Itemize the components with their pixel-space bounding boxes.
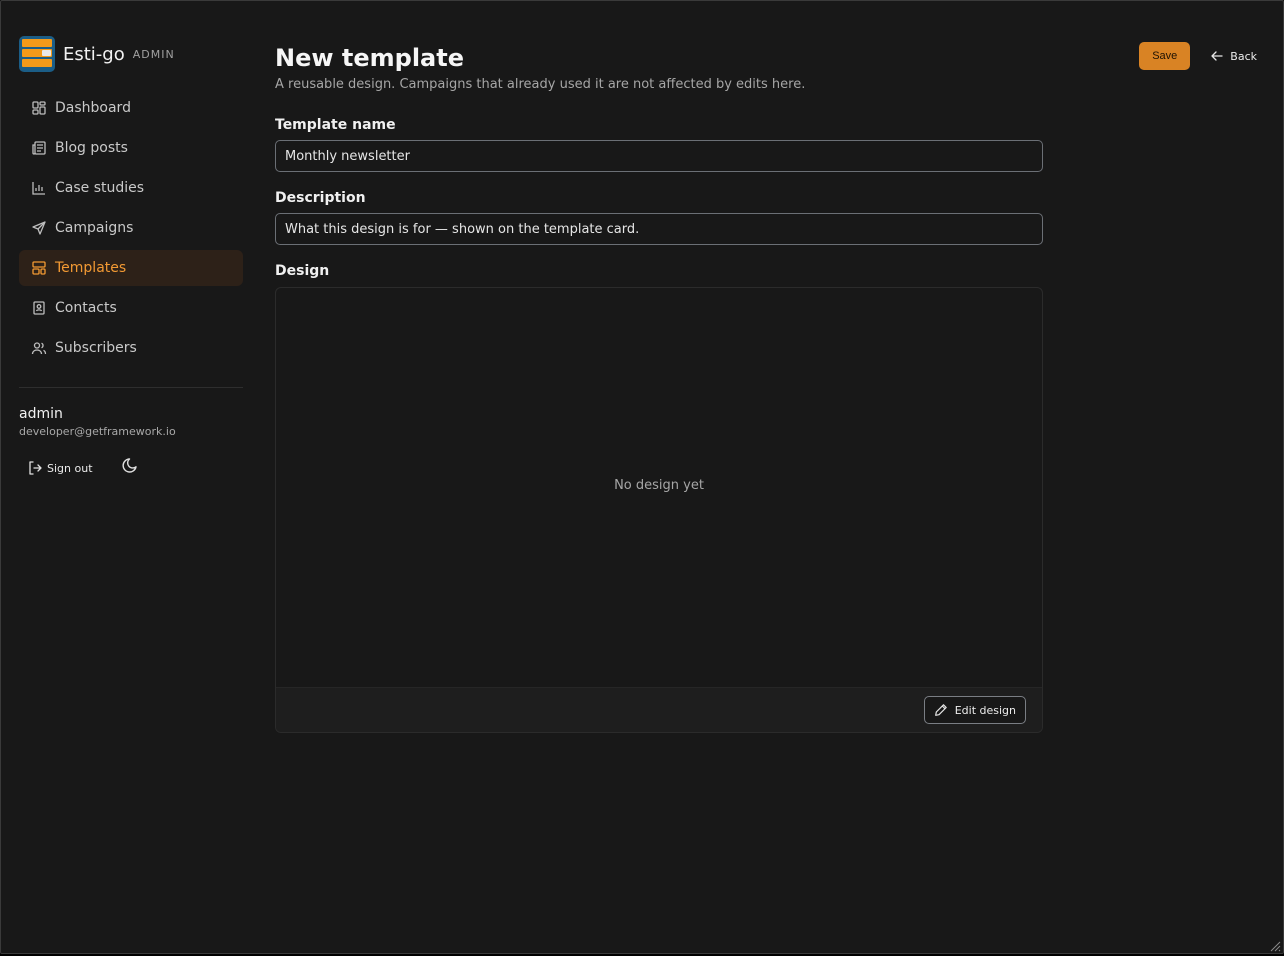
sidebar-item-blog-posts[interactable]: Blog posts <box>19 130 243 166</box>
design-footer: Edit design <box>276 687 1042 732</box>
resize-grip-icon[interactable] <box>1267 937 1281 952</box>
sidebar-item-campaigns[interactable]: Campaigns <box>19 210 243 246</box>
brand-tag: ADMIN <box>132 47 175 61</box>
newspaper-icon <box>31 140 47 156</box>
contact-book-icon <box>31 300 47 316</box>
main-content: Save Back New template A reusable design… <box>275 41 1265 733</box>
sidebar-item-templates[interactable]: Templates <box>19 250 243 286</box>
back-label: Back <box>1230 49 1257 63</box>
moon-icon <box>120 457 138 479</box>
arrow-left-icon <box>1210 49 1224 63</box>
theme-toggle-button[interactable] <box>117 456 141 480</box>
sign-out-icon <box>27 460 43 476</box>
edit-design-button[interactable]: Edit design <box>923 696 1026 724</box>
pencil-icon <box>934 703 948 717</box>
description-label: Description <box>275 190 366 206</box>
edit-design-label: Edit design <box>954 703 1016 717</box>
template-name-label: Template name <box>275 117 396 133</box>
sidebar-item-dashboard[interactable]: Dashboard <box>19 90 243 126</box>
template-name-input[interactable] <box>275 140 1043 172</box>
user-name: admin <box>19 406 63 422</box>
users-icon <box>31 340 47 356</box>
sidebar-item-label: Templates <box>55 260 127 276</box>
sidebar-item-label: Blog posts <box>55 140 128 156</box>
sidebar-divider <box>19 387 243 388</box>
bar-chart-icon <box>31 180 47 196</box>
sidebar: Esti-go ADMIN Dashboard Blog posts Case … <box>19 35 243 480</box>
brand-name: Esti-go <box>63 43 125 65</box>
user-email: developer@getframework.io <box>19 425 176 438</box>
dashboard-icon <box>31 100 47 116</box>
sidebar-item-contacts[interactable]: Contacts <box>19 290 243 326</box>
sidebar-item-case-studies[interactable]: Case studies <box>19 170 243 206</box>
sidebar-item-label: Subscribers <box>55 340 137 356</box>
save-button[interactable]: Save <box>1139 42 1191 70</box>
app-window: Esti-go ADMIN Dashboard Blog posts Case … <box>0 0 1284 954</box>
brand[interactable]: Esti-go ADMIN <box>19 35 243 73</box>
layout-template-icon <box>31 260 47 276</box>
sidebar-actions: Sign out <box>19 456 243 480</box>
brand-logo-icon <box>19 36 55 72</box>
design-empty-message: No design yet <box>614 478 704 493</box>
sign-out-button[interactable]: Sign out <box>19 456 101 480</box>
page-subtitle: A reusable design. Campaigns that alread… <box>275 77 806 92</box>
description-input[interactable] <box>275 213 1043 245</box>
send-icon <box>31 220 47 236</box>
header-actions: Save Back <box>1139 42 1265 70</box>
back-button[interactable]: Back <box>1202 42 1265 70</box>
sidebar-nav: Dashboard Blog posts Case studies Campai… <box>19 90 243 366</box>
page-title: New template <box>275 44 464 72</box>
sidebar-item-label: Contacts <box>55 300 117 316</box>
sidebar-item-label: Case studies <box>55 180 145 196</box>
design-label: Design <box>275 263 330 279</box>
sidebar-item-label: Campaigns <box>55 220 134 236</box>
sign-out-label: Sign out <box>47 461 93 475</box>
sidebar-item-subscribers[interactable]: Subscribers <box>19 330 243 366</box>
design-panel: No design yet Edit design <box>275 287 1043 733</box>
sidebar-item-label: Dashboard <box>55 100 131 116</box>
